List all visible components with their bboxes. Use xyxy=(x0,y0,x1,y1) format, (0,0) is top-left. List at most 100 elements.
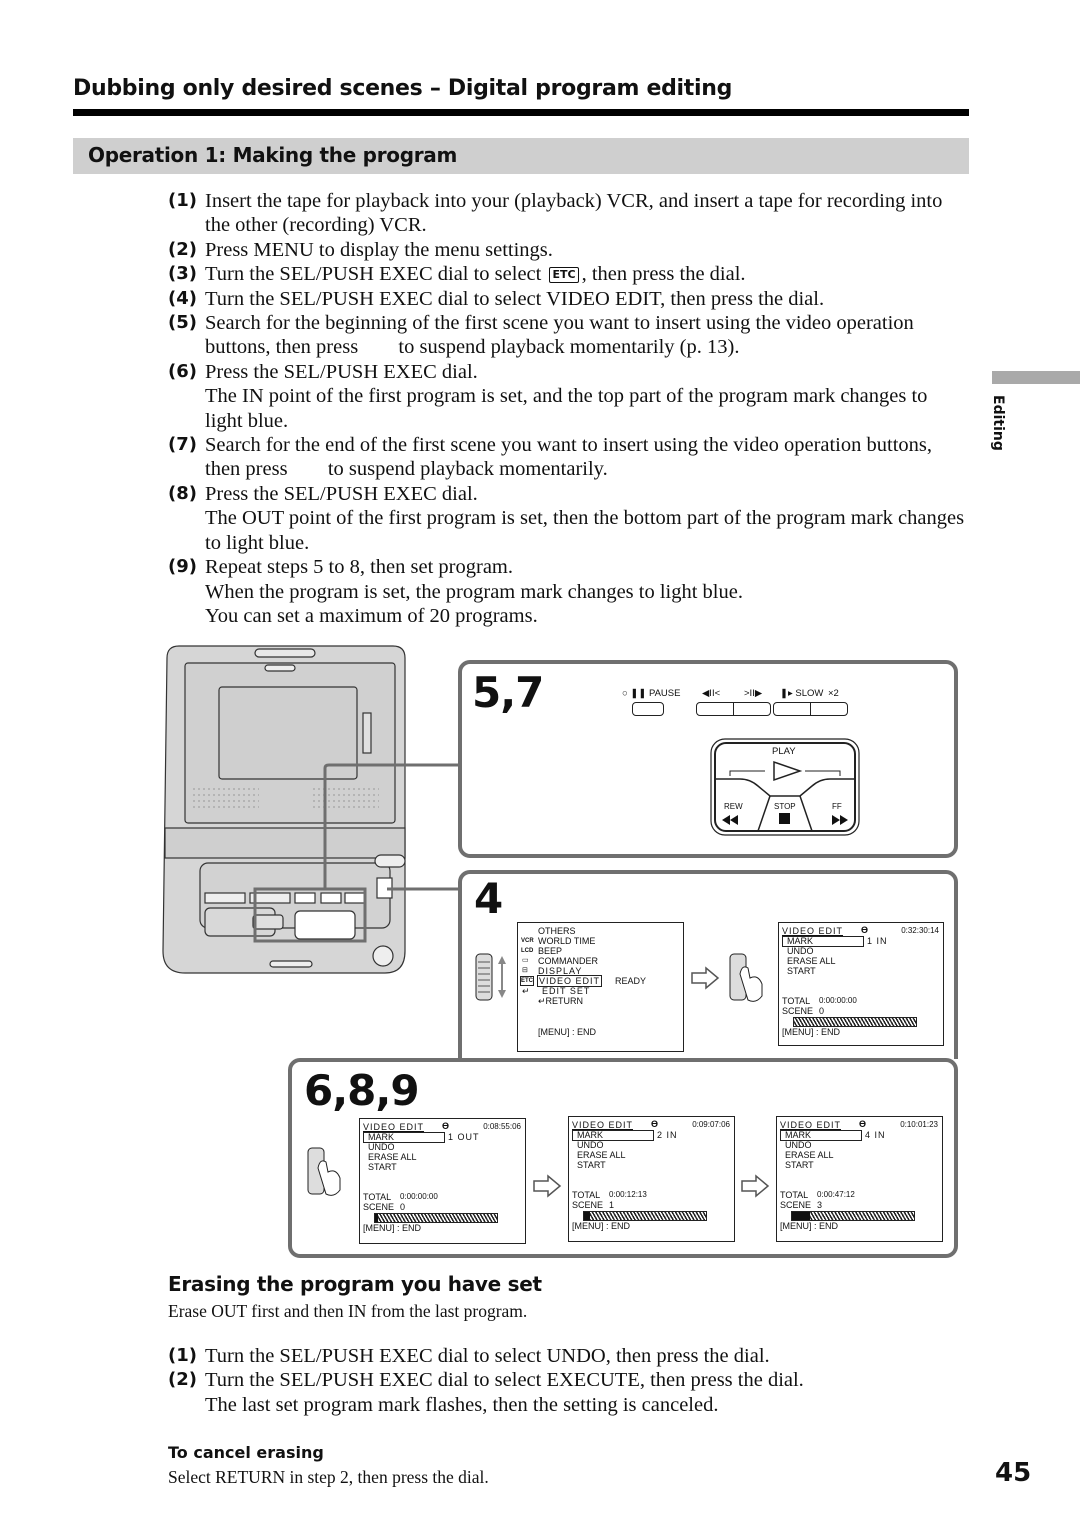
rew-label: REW xyxy=(724,802,743,811)
program-marks-bar xyxy=(793,1017,917,1027)
step-3: (3) Turn the SEL/PUSH EXEC dial to select… xyxy=(168,262,968,286)
menu-item[interactable]: ERASE ALL xyxy=(368,1152,417,1162)
step-text: Press MENU to display the menu settings. xyxy=(205,238,553,261)
scene-label: SCENE xyxy=(780,1200,812,1210)
step-text: to suspend playback momentarily (p. 13). xyxy=(393,336,740,359)
screen-footer: [MENU] : END xyxy=(363,1223,422,1233)
step-note: The OUT point of the first program is se… xyxy=(205,507,965,554)
mark-item[interactable]: MARK xyxy=(785,1130,811,1140)
video-edit-screen: VIDEO EDIT Ɵ 0:32:30:14 MARK 1 IN UNDO E… xyxy=(778,922,944,1046)
frame-back-label: ◀II< xyxy=(702,688,721,699)
scene-value: 3 xyxy=(817,1200,823,1210)
menu-item[interactable]: UNDO xyxy=(785,1140,812,1150)
screen-title: VIDEO EDIT xyxy=(363,1122,425,1132)
menu-item[interactable]: EDIT SET xyxy=(542,986,590,996)
step-number: (5) xyxy=(168,312,197,334)
section-title: Operation 1: Making the program xyxy=(88,143,458,167)
mark-item[interactable]: MARK xyxy=(787,936,813,946)
lcd-slider xyxy=(362,712,372,754)
timecode: 0:32:30:14 xyxy=(901,926,939,935)
mark-value: 2 IN xyxy=(657,1130,678,1140)
dial-turn-icon xyxy=(475,953,506,1001)
menu-item[interactable]: COMMANDER xyxy=(538,956,598,966)
menu-item[interactable]: ↵RETURN xyxy=(538,996,583,1006)
step-number: (9) xyxy=(168,556,197,578)
step-text: to suspend playback momentarily. xyxy=(322,458,608,481)
scene-value: 1 xyxy=(609,1200,615,1210)
menu-item[interactable]: START xyxy=(368,1162,397,1172)
frame-forward-button[interactable] xyxy=(733,702,771,716)
total-label: TOTAL xyxy=(780,1190,809,1200)
etc-icon: ETC xyxy=(520,976,534,986)
title-rule xyxy=(73,109,969,116)
menu-item[interactable]: START xyxy=(577,1160,606,1170)
total-value: 0:00:00:00 xyxy=(400,1192,438,1201)
x2-button[interactable] xyxy=(810,702,848,716)
step-note: When the program is set, the program mar… xyxy=(205,580,743,603)
panel-label: 6,8,9 xyxy=(304,1066,420,1115)
step-note: The IN point of the first program is set… xyxy=(205,385,928,432)
step-text: Turn the SEL/PUSH EXEC dial to select UN… xyxy=(205,1345,770,1367)
step-7: (7) Search for the end of the first scene… xyxy=(168,433,968,482)
arrow-right-icon xyxy=(741,1174,770,1198)
timecode: 0:10:01:23 xyxy=(900,1120,938,1129)
menu-item[interactable]: BEEP xyxy=(538,946,562,956)
step-6: (6) Press the SEL/PUSH EXEC dial. The IN p… xyxy=(168,360,968,433)
panel-label: 4 xyxy=(474,874,503,923)
frame-forward-label: >II▶ xyxy=(744,688,763,699)
vcr-device-illustration xyxy=(162,645,462,1043)
side-tab-bar xyxy=(992,371,1080,384)
scene-label: SCENE xyxy=(572,1200,604,1210)
cancel-instruction: Select RETURN in step 2, then press the … xyxy=(168,1467,489,1487)
menu-screen: OTHERS VCR WORLD TIME LCD BEEP ▭ COMMAND… xyxy=(517,922,684,1052)
menu-item[interactable]: ERASE ALL xyxy=(577,1150,626,1160)
stop-label: STOP xyxy=(774,802,796,811)
step-note: You can set a maximum of 20 programs. xyxy=(205,604,538,627)
menu-item[interactable]: ERASE ALL xyxy=(787,956,836,966)
menu-item[interactable]: ERASE ALL xyxy=(785,1150,834,1160)
menu-item[interactable]: UNDO xyxy=(368,1142,395,1152)
program-marks-fill xyxy=(375,1214,379,1222)
commander-icon: ▭ xyxy=(522,957,529,964)
menu-item-label: RETURN xyxy=(545,996,584,1006)
video-edit-screen: VIDEO EDIT Ɵ 0:10:01:23 MARK 4 IN UNDO ERASE A… xyxy=(776,1116,943,1242)
x2-label: ×2 xyxy=(828,688,839,699)
return-icon: ↵ xyxy=(522,986,530,996)
step-text: Press the SEL/PUSH EXEC dial. xyxy=(205,360,478,383)
menu-item[interactable]: START xyxy=(787,966,816,976)
screen-title: VIDEO EDIT xyxy=(780,1120,842,1130)
pause-button[interactable] xyxy=(632,702,664,716)
step-8: (8) Press the SEL/PUSH EXEC dial. The OUT … xyxy=(168,482,968,555)
menu-item[interactable]: WORLD TIME xyxy=(538,936,595,946)
frame-back-button[interactable] xyxy=(696,702,734,716)
mark-item[interactable]: MARK xyxy=(577,1130,603,1140)
steps-list: (1) Insert the tape for playback into you… xyxy=(168,189,968,628)
step-number: (4) xyxy=(168,287,197,309)
step-number: (7) xyxy=(168,434,197,456)
side-tab-label: Editing xyxy=(990,395,1006,451)
page-title: Dubbing only desired scenes – Digital pr… xyxy=(73,76,733,101)
step-text: Turn the SEL/PUSH EXEC dial to select xyxy=(205,263,547,286)
step-4: (4) Turn the SEL/PUSH EXEC dial to select… xyxy=(168,287,968,311)
program-marks-bar xyxy=(374,1213,498,1223)
slow-label-text: SLOW xyxy=(795,688,824,699)
dial-press-icon xyxy=(307,1147,341,1196)
rewind-icon xyxy=(722,815,738,825)
display-icon: ⊟ xyxy=(522,967,528,974)
lid-latch xyxy=(254,648,316,658)
step-1: (1) Insert the tape for playback into you… xyxy=(168,189,968,238)
erase-step-1: (1) Turn the SEL/PUSH EXEC dial to select… xyxy=(168,1344,968,1368)
slow-button[interactable] xyxy=(773,702,811,716)
mark-item[interactable]: MARK xyxy=(368,1132,394,1142)
scene-value: 0 xyxy=(819,1006,825,1016)
step-text: , then press the dial. xyxy=(581,263,746,286)
menu-item[interactable]: START xyxy=(785,1160,814,1170)
scene-label: SCENE xyxy=(782,1006,814,1016)
screen-title: VIDEO EDIT xyxy=(572,1120,634,1130)
menu-item[interactable]: UNDO xyxy=(787,946,814,956)
step-2: (2) Press MENU to display the menu settin… xyxy=(168,238,968,262)
screen-footer: [MENU] : END xyxy=(572,1221,631,1231)
total-value: 0:00:00:00 xyxy=(819,996,857,1005)
vcr-icon: VCR xyxy=(521,938,534,944)
menu-item[interactable]: UNDO xyxy=(577,1140,604,1150)
